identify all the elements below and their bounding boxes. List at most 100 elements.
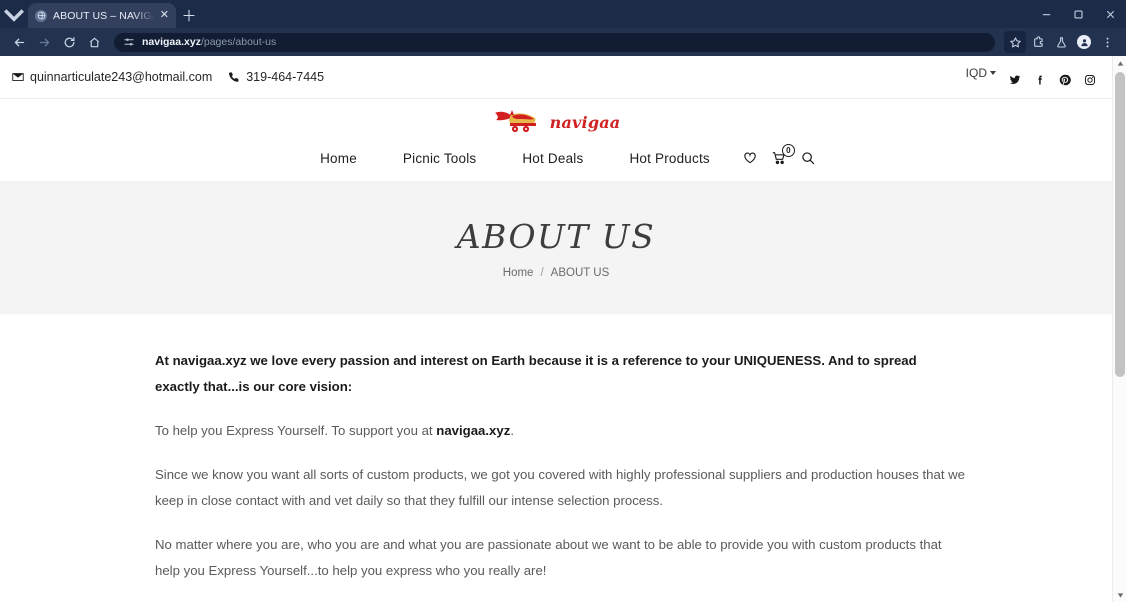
toolbar-actions xyxy=(1004,31,1118,53)
article-paragraph-4: No matter where you are, who you are and… xyxy=(155,537,942,578)
url-domain: navigaa.xyz xyxy=(142,36,201,48)
wishlist-button[interactable] xyxy=(743,151,757,165)
p2-bold: navigaa.xyz xyxy=(436,423,511,438)
social-links xyxy=(1009,74,1096,86)
p2-prefix: To help you Express Yourself. To support… xyxy=(155,423,437,438)
tune-icon[interactable] xyxy=(123,36,135,48)
logo-wordmark: navigaa xyxy=(549,112,621,132)
tab-search-button[interactable] xyxy=(0,0,28,28)
star-icon xyxy=(1009,36,1021,47)
facebook-icon xyxy=(1038,75,1042,85)
site-logo[interactable]: navigaa xyxy=(492,107,621,137)
new-tab-button[interactable]: ＋ xyxy=(176,2,202,28)
nav-item-hot-products[interactable]: Hot Products xyxy=(606,151,732,166)
bookmark-button[interactable] xyxy=(1004,31,1026,53)
address-bar[interactable]: navigaa.xyz/pages/about-us xyxy=(114,32,995,52)
home-icon xyxy=(89,37,99,47)
close-icon xyxy=(1106,10,1114,18)
tab-close-icon[interactable]: ✕ xyxy=(160,10,169,21)
breadcrumb: Home / ABOUT US xyxy=(503,267,609,279)
social-link-instagram[interactable] xyxy=(1084,74,1096,86)
browser-toolbar: navigaa.xyz/pages/about-us xyxy=(0,28,1126,56)
article-paragraph-2: To help you Express Yourself. To support… xyxy=(155,418,965,444)
maximize-icon xyxy=(1073,9,1083,19)
profile-button[interactable] xyxy=(1073,31,1095,53)
scroll-up-icon xyxy=(1117,60,1123,66)
site-topbar: quinnarticulate243@hotmail.com 319-464-7… xyxy=(0,56,1112,99)
search-icon xyxy=(802,152,815,165)
breadcrumb-separator: / xyxy=(540,266,544,279)
reload-button[interactable] xyxy=(58,31,80,53)
page-hero: ABOUT US Home / ABOUT US xyxy=(0,181,1112,314)
three-dot-menu-icon xyxy=(1106,37,1108,47)
window-close-button[interactable] xyxy=(1094,0,1126,28)
instagram-icon xyxy=(1085,75,1095,85)
envelope-icon xyxy=(12,73,24,81)
heart-icon xyxy=(744,152,756,164)
site-main-nav: Home Picnic Tools Hot Deals Hot Products… xyxy=(0,139,1112,181)
navigaa-logo-mark xyxy=(494,110,536,133)
twitter-icon xyxy=(1009,75,1021,85)
cart-count-badge: 0 xyxy=(781,144,795,157)
pinterest-icon xyxy=(1059,74,1071,86)
social-link-pinterest[interactable] xyxy=(1059,74,1071,86)
url-path: /pages/about-us xyxy=(200,36,277,48)
browser-tab[interactable]: ABOUT US – NAVIGATOR NAUT ✕ xyxy=(28,3,176,28)
website-page: quinnarticulate243@hotmail.com 319-464-7… xyxy=(0,56,1112,602)
breadcrumb-current: ABOUT US xyxy=(550,266,610,279)
home-button[interactable] xyxy=(83,31,105,53)
labs-button[interactable] xyxy=(1050,31,1072,53)
extensions-puzzle-icon xyxy=(1033,35,1043,47)
tab-strip: ABOUT US – NAVIGATOR NAUT ✕ ＋ xyxy=(0,0,1126,28)
extensions-button[interactable] xyxy=(1027,31,1049,53)
scroll-down-icon xyxy=(1117,592,1123,598)
scrollbar-thumb[interactable] xyxy=(1115,72,1125,377)
address-bar-url: navigaa.xyz/pages/about-us xyxy=(142,36,276,48)
scrollbar-down-button[interactable] xyxy=(1113,588,1126,602)
nav-item-hot-deals[interactable]: Hot Deals xyxy=(499,151,606,166)
search-button[interactable] xyxy=(801,151,815,165)
social-link-twitter[interactable] xyxy=(1009,74,1021,86)
page-scrollbar[interactable] xyxy=(1112,56,1126,602)
nav-item-home[interactable]: Home xyxy=(297,151,380,166)
profile-avatar-icon xyxy=(1077,35,1091,49)
window-maximize-button[interactable] xyxy=(1062,0,1094,28)
contact-phone[interactable]: 319-464-7445 xyxy=(228,70,324,84)
contact-phone-text: 319-464-7445 xyxy=(246,70,325,84)
cart-button[interactable]: 0 xyxy=(772,144,795,165)
minimize-icon xyxy=(1042,13,1050,15)
currency-selector[interactable]: IQD xyxy=(966,66,996,80)
topbar-contact-group: quinnarticulate243@hotmail.com 319-464-7… xyxy=(12,70,324,84)
globe-icon xyxy=(35,9,47,22)
site-logo-row: navigaa xyxy=(0,99,1112,139)
caret-down-icon xyxy=(990,71,996,75)
forward-button[interactable] xyxy=(33,31,55,53)
contact-email-text: quinnarticulate243@hotmail.com xyxy=(30,70,213,84)
nav-utility-icons: 0 xyxy=(743,144,815,165)
about-article: At navigaa.xyz we love every passion and… xyxy=(0,314,1112,602)
contact-email[interactable]: quinnarticulate243@hotmail.com xyxy=(12,70,212,84)
phone-icon xyxy=(229,72,239,82)
reload-icon xyxy=(64,36,74,47)
p2-suffix: . xyxy=(510,423,514,438)
window-controls xyxy=(1030,0,1126,28)
chevron-down-icon xyxy=(4,9,24,22)
back-button[interactable] xyxy=(8,31,30,53)
topbar-right-group: IQD xyxy=(966,66,1100,86)
tab-title: ABOUT US – NAVIGATOR NAUT xyxy=(53,9,154,22)
page-viewport: quinnarticulate243@hotmail.com 319-464-7… xyxy=(0,56,1126,602)
flask-icon xyxy=(1056,36,1066,47)
forward-arrow-icon xyxy=(39,38,49,46)
back-arrow-icon xyxy=(14,38,24,46)
social-link-facebook[interactable] xyxy=(1034,74,1046,86)
nav-item-picnic-tools[interactable]: Picnic Tools xyxy=(380,151,499,166)
window-minimize-button[interactable] xyxy=(1030,0,1062,28)
browser-menu-button[interactable] xyxy=(1096,31,1118,53)
article-paragraph-3: Since we know you want all sorts of cust… xyxy=(155,467,966,508)
scrollbar-up-button[interactable] xyxy=(1113,56,1126,70)
browser-window: ABOUT US – NAVIGATOR NAUT ✕ ＋ xyxy=(0,0,1126,602)
currency-label: IQD xyxy=(965,66,987,80)
breadcrumb-home[interactable]: Home xyxy=(503,267,534,279)
article-paragraph-1: At navigaa.xyz we love every passion and… xyxy=(155,353,917,394)
page-title: ABOUT US xyxy=(456,216,656,256)
